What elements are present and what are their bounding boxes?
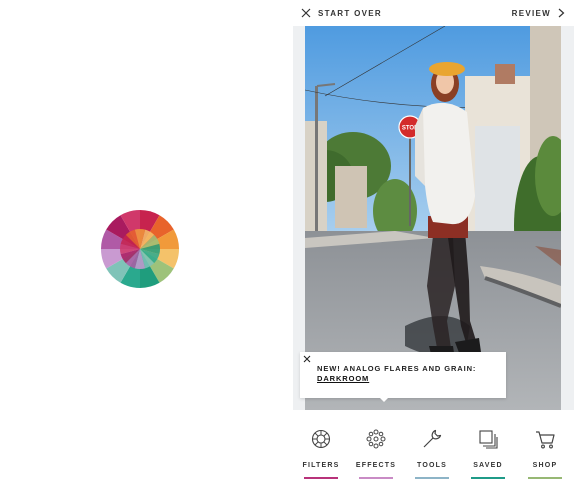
- chevron-right-icon: [558, 8, 565, 18]
- tool-saved-underline: [471, 477, 505, 479]
- review-label: REVIEW: [511, 8, 551, 18]
- start-over-button[interactable]: START OVER: [301, 6, 382, 20]
- tool-effects-label: EFFECTS: [355, 462, 397, 469]
- review-button[interactable]: REVIEW: [512, 6, 565, 20]
- announcement-toast: NEW! ANALOG FLARES AND GRAIN: DARKROOM: [300, 352, 506, 402]
- tool-filters[interactable]: FILTERS: [296, 422, 346, 482]
- tool-saved-label: SAVED: [473, 462, 503, 469]
- tool-effects[interactable]: EFFECTS: [351, 422, 401, 482]
- tool-effects-underline: [359, 477, 393, 479]
- top-bar: START OVER REVIEW: [292, 0, 574, 26]
- tool-shop-label: SHOP: [532, 462, 558, 469]
- tool-filters-underline: [304, 477, 338, 479]
- tool-saved[interactable]: SAVED: [463, 422, 513, 482]
- bottom-toolbar: FILTERS EFFECTS TOOLS SAVED SHOP: [292, 422, 574, 482]
- filters-icon: [311, 429, 331, 449]
- cart-icon: [536, 431, 555, 449]
- effects-icon: [366, 429, 386, 449]
- darkroom-link[interactable]: DARKROOM: [317, 374, 369, 384]
- tool-shop[interactable]: SHOP: [520, 422, 570, 482]
- toast-message: NEW! ANALOG FLARES AND GRAIN:: [317, 364, 477, 373]
- close-toast-icon[interactable]: [303, 355, 311, 363]
- tool-shop-underline: [528, 477, 562, 479]
- saved-icon: [479, 430, 498, 449]
- tool-tools-label: TOOLS: [417, 462, 447, 469]
- tool-filters-label: FILTERS: [302, 462, 340, 469]
- toast-pointer: [379, 397, 389, 402]
- editor-panel: START OVER REVIEW STOP NEW! ANALOG FLARE…: [292, 0, 574, 500]
- left-pane: [0, 0, 292, 500]
- wrench-icon: [423, 429, 442, 448]
- close-icon: [301, 8, 311, 18]
- tool-tools[interactable]: TOOLS: [407, 422, 457, 482]
- tool-tools-underline: [415, 477, 449, 479]
- start-over-label: START OVER: [318, 8, 382, 18]
- app-logo-icon: [101, 210, 179, 288]
